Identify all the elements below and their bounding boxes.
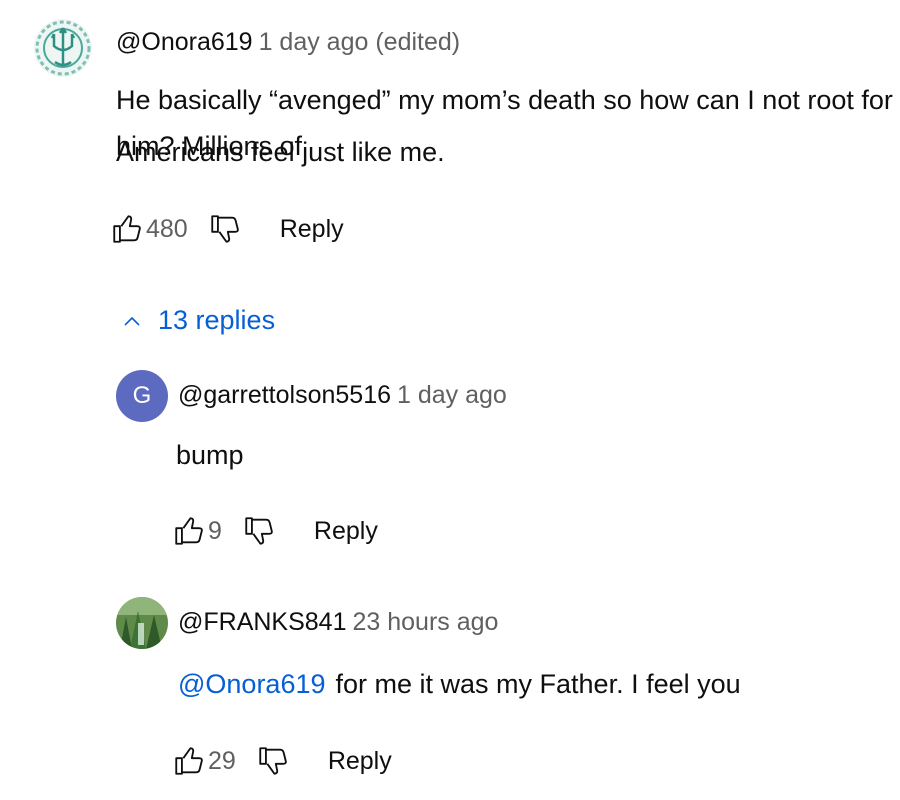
comment-header: @Onora619 1 day ago (edited) — [116, 28, 460, 57]
comment-author[interactable]: @Onora619 — [116, 28, 253, 56]
dislike-icon[interactable] — [242, 514, 276, 548]
comment-text-line-2: Americans feel just like me. — [116, 137, 445, 167]
comment-header: @FRANKS841 23 hours ago — [178, 608, 498, 637]
comment-time[interactable]: 1 day ago — [397, 381, 507, 409]
dislike-icon[interactable] — [256, 744, 290, 778]
avatar-letter: G — [132, 382, 152, 409]
avatar[interactable] — [116, 597, 168, 649]
reply-button[interactable]: Reply — [280, 215, 344, 244]
replies-toggle-button[interactable]: 13 replies — [120, 305, 275, 336]
like-icon[interactable] — [172, 744, 206, 778]
chevron-up-icon — [124, 316, 140, 326]
comment-author[interactable]: @garrettolson5516 — [178, 381, 391, 409]
like-count: 480 — [146, 214, 188, 243]
comment-actions: 29 Reply — [172, 744, 392, 778]
replies-count-label: 13 replies — [158, 305, 276, 335]
comment-text-body: for me it was my Father. I feel you — [335, 669, 741, 699]
comment-author[interactable]: @FRANKS841 — [178, 608, 347, 636]
like-icon[interactable] — [172, 514, 206, 548]
trident-emblem-icon — [34, 19, 92, 77]
like-count: 9 — [208, 516, 222, 545]
comment-actions: 480 Reply — [110, 212, 344, 246]
like-count: 29 — [208, 746, 236, 775]
reply-button[interactable]: Reply — [328, 747, 392, 776]
mention-link[interactable]: @Onora619 — [178, 669, 326, 699]
comment-text: @Onora619 for me it was my Father. I feel… — [178, 661, 741, 707]
comment-text: bump — [176, 440, 244, 470]
comment-actions: 9 Reply — [172, 514, 378, 548]
like-icon[interactable] — [110, 212, 144, 246]
nature-photo-icon — [116, 597, 168, 649]
reply-button[interactable]: Reply — [314, 517, 378, 546]
comment-header: @garrettolson5516 1 day ago — [178, 381, 507, 410]
avatar[interactable] — [33, 18, 93, 78]
avatar[interactable]: G — [116, 370, 168, 422]
dislike-icon[interactable] — [208, 212, 242, 246]
comment-time[interactable]: 23 hours ago — [353, 608, 499, 636]
comment-time[interactable]: 1 day ago (edited) — [259, 28, 461, 56]
